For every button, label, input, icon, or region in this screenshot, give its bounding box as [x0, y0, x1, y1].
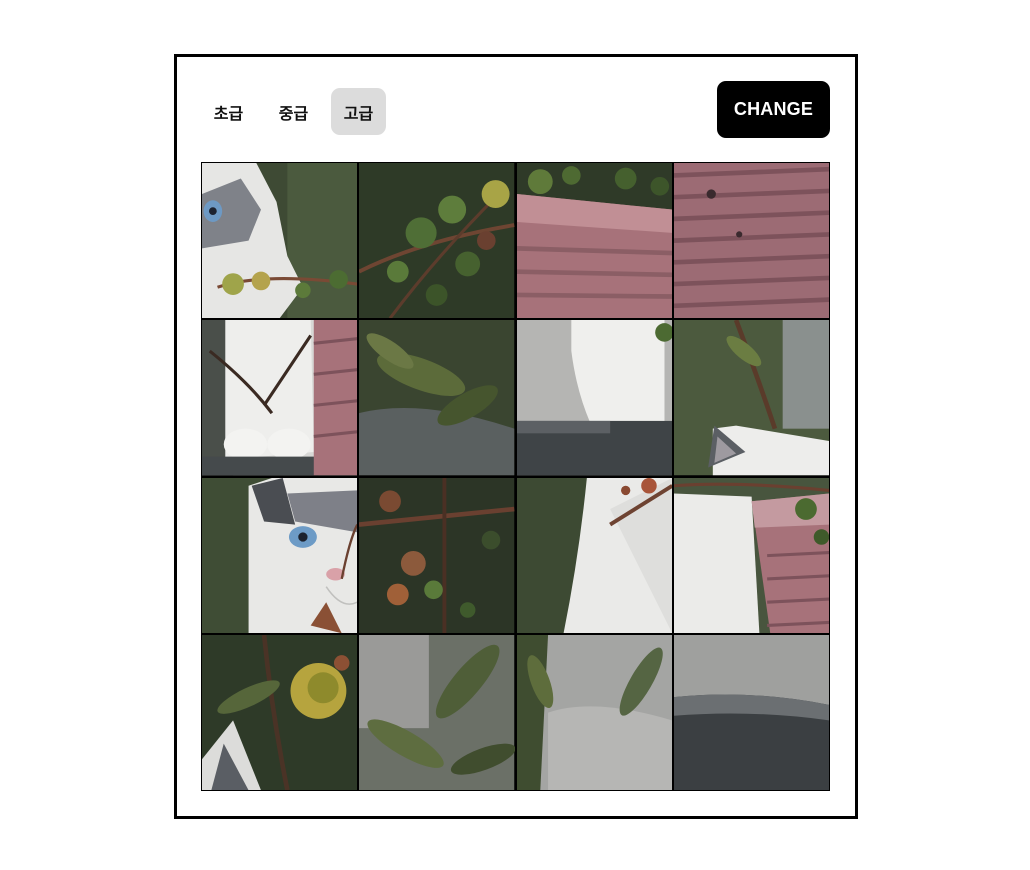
- puzzle-tile[interactable]: [202, 634, 358, 790]
- puzzle-tile[interactable]: [673, 320, 829, 476]
- difficulty-selector: 초급 중급 고급: [201, 88, 386, 135]
- puzzle-tile[interactable]: [359, 634, 515, 790]
- puzzle-tile[interactable]: [359, 477, 515, 633]
- level-easy-button[interactable]: 초급: [201, 88, 256, 135]
- puzzle-tile[interactable]: [673, 634, 829, 790]
- puzzle-tile[interactable]: [516, 320, 672, 476]
- change-button[interactable]: CHANGE: [717, 81, 830, 138]
- puzzle-tile[interactable]: [673, 477, 829, 633]
- puzzle-tile[interactable]: [202, 477, 358, 633]
- puzzle-board: [201, 162, 830, 791]
- puzzle-container: 초급 중급 고급 CHANGE: [174, 54, 858, 819]
- puzzle-tile[interactable]: [359, 163, 515, 319]
- puzzle-tile[interactable]: [202, 163, 358, 319]
- level-hard-button[interactable]: 고급: [331, 88, 386, 135]
- puzzle-tile[interactable]: [359, 320, 515, 476]
- puzzle-tile[interactable]: [202, 320, 358, 476]
- puzzle-tile[interactable]: [516, 477, 672, 633]
- puzzle-tile[interactable]: [673, 163, 829, 319]
- puzzle-tile[interactable]: [516, 634, 672, 790]
- level-medium-button[interactable]: 중급: [266, 88, 321, 135]
- puzzle-tile[interactable]: [516, 163, 672, 319]
